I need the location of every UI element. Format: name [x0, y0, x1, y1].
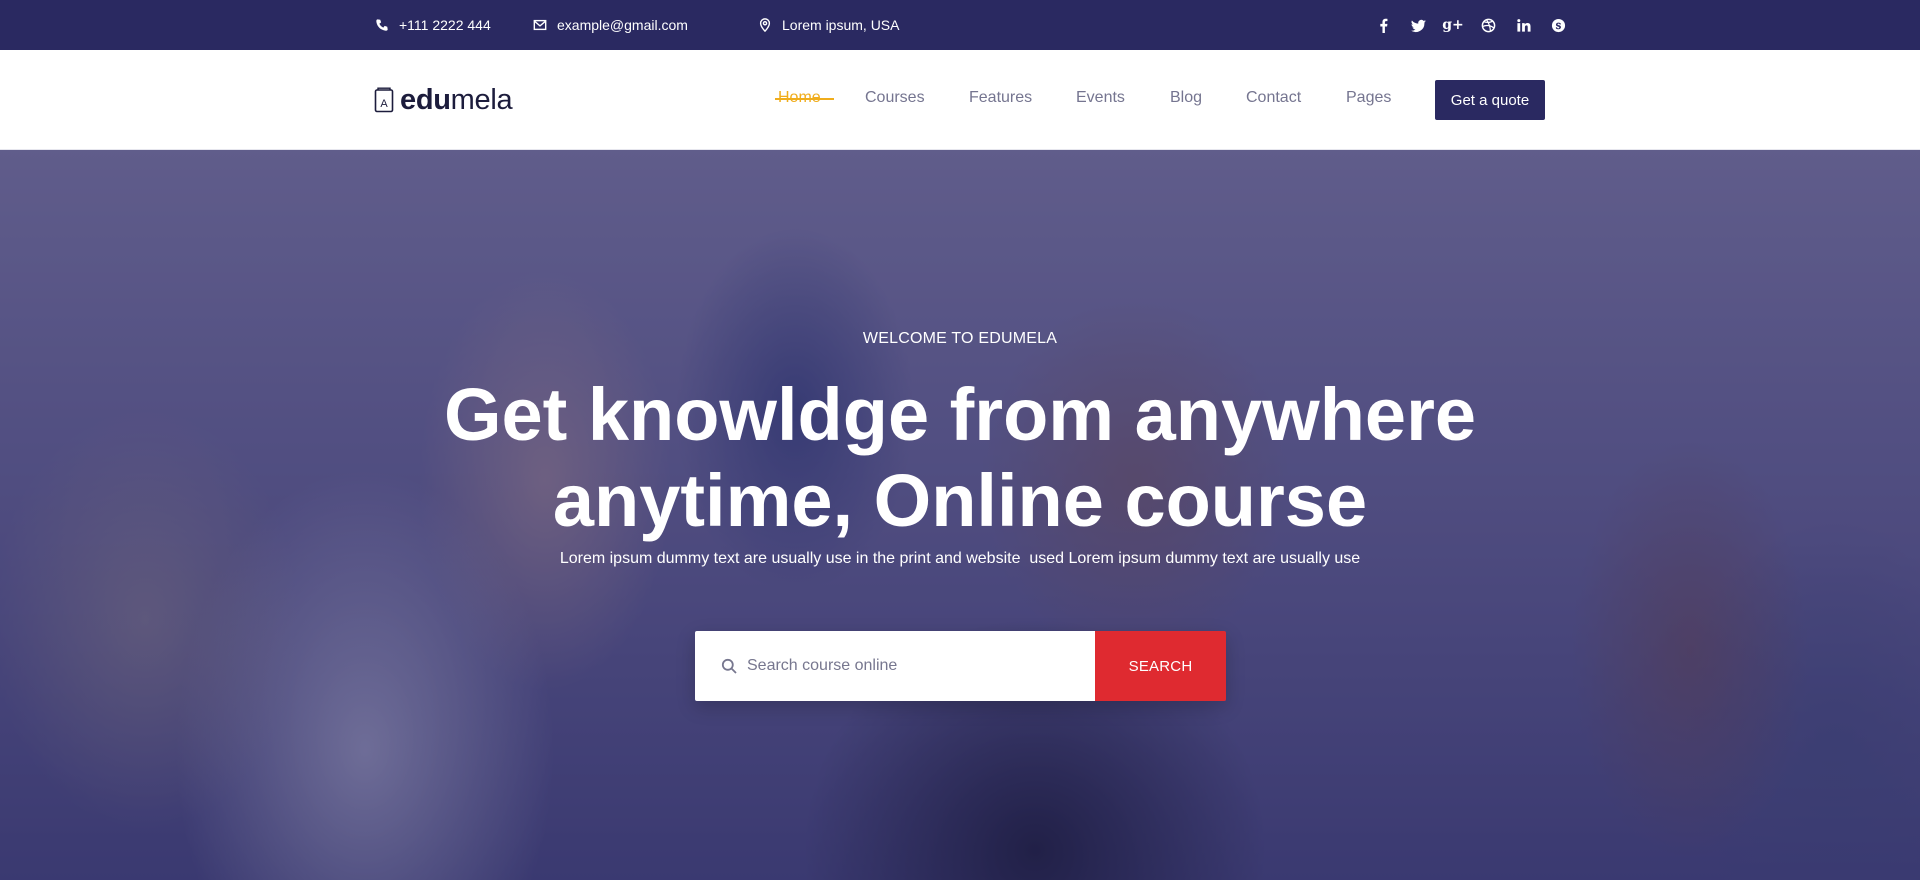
- location-text: Lorem ipsum, USA: [782, 17, 900, 33]
- search-button[interactable]: SEARCH: [1095, 631, 1226, 701]
- get-a-quote-button[interactable]: Get a quote: [1435, 80, 1545, 120]
- logo-wordmark: edumela: [400, 84, 513, 116]
- map-pin-icon: [759, 18, 771, 32]
- svg-text:A: A: [380, 98, 388, 110]
- hero-headline-line-1: Get knowldge from anywhere: [443, 373, 1477, 456]
- hero-content: WELCOME TO EDUMELA Get knowldge from any…: [0, 150, 1920, 880]
- site-logo[interactable]: A edumela: [374, 84, 513, 116]
- book-logo-icon: A: [374, 87, 394, 113]
- search-icon: [721, 658, 737, 674]
- nav-contact[interactable]: Contact: [1246, 89, 1301, 107]
- phone-number: +111 2222 444: [399, 17, 491, 33]
- site-header: A edumela Home Courses Features Events B…: [0, 50, 1920, 150]
- email-contact[interactable]: example@gmail.com: [533, 0, 688, 50]
- phone-contact[interactable]: +111 2222 444: [375, 0, 491, 50]
- skype-icon[interactable]: [1550, 17, 1566, 33]
- nav-blog[interactable]: Blog: [1170, 89, 1202, 107]
- nav-pages[interactable]: Pages: [1346, 89, 1391, 107]
- nav-home[interactable]: Home: [775, 89, 834, 107]
- course-search-input[interactable]: [747, 657, 1067, 675]
- nav-events[interactable]: Events: [1076, 89, 1125, 107]
- twitter-icon[interactable]: [1410, 17, 1426, 33]
- hero-headline: Get knowldge from anywhere anytime, Onli…: [0, 372, 1920, 544]
- nav-courses[interactable]: Courses: [865, 89, 925, 107]
- hero-subline: Lorem ipsum dummy text are usually use i…: [559, 550, 1361, 567]
- phone-icon: [376, 19, 388, 31]
- location-contact: Lorem ipsum, USA: [758, 0, 899, 50]
- envelope-icon: [533, 19, 547, 31]
- hero-banner: WELCOME TO EDUMELA Get knowldge from any…: [0, 150, 1920, 880]
- google-plus-icon[interactable]: g+: [1442, 17, 1464, 33]
- hero-headline-line-2: anytime, Online course: [552, 459, 1368, 542]
- top-contact-bar: +111 2222 444 example@gmail.com Lorem ip…: [0, 0, 1920, 50]
- search-field-wrapper: [695, 631, 1095, 701]
- nav-features[interactable]: Features: [969, 89, 1032, 107]
- facebook-icon[interactable]: [1375, 17, 1391, 33]
- social-links: g+: [1375, 0, 1566, 50]
- dribbble-icon[interactable]: [1480, 17, 1496, 33]
- email-address: example@gmail.com: [557, 17, 688, 33]
- course-search-form: SEARCH: [695, 631, 1226, 701]
- hero-eyebrow: WELCOME TO EDUMELA: [862, 330, 1058, 347]
- linkedin-icon[interactable]: [1515, 17, 1531, 33]
